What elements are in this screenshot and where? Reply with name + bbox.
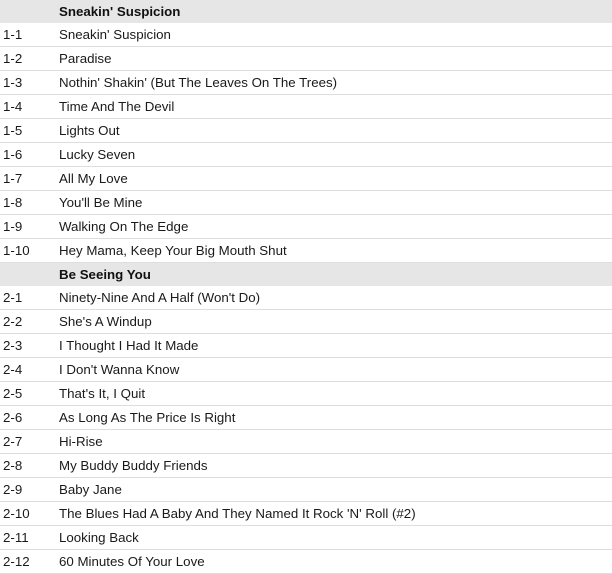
track-row[interactable]: 1-1 Sneakin' Suspicion (0, 23, 612, 47)
track-row[interactable]: 1-5 Lights Out (0, 118, 612, 143)
track-title[interactable]: Lucky Seven (57, 143, 612, 167)
track-title[interactable]: Lights Out (57, 119, 612, 143)
track-title[interactable]: I Don't Wanna Know (57, 358, 612, 382)
track-title[interactable]: 60 Minutes Of Your Love (57, 550, 612, 574)
disc-header-row: Sneakin' Suspicion (0, 0, 612, 23)
disc-header-row: Be Seeing You (0, 262, 612, 286)
track-position: 2-9 (3, 482, 23, 497)
track-title[interactable]: Hi-Rise (57, 430, 612, 454)
track-position: 2-10 (3, 506, 30, 521)
track-row[interactable]: 2-6 As Long As The Price Is Right (0, 405, 612, 430)
track-row[interactable]: 2-11 Looking Back (0, 525, 612, 550)
track-row[interactable]: 2-9 Baby Jane (0, 477, 612, 502)
track-title[interactable]: Time And The Devil (57, 95, 612, 119)
track-row[interactable]: 2-3 I Thought I Had It Made (0, 333, 612, 358)
track-row[interactable]: 2-10 The Blues Had A Baby And They Named … (0, 501, 612, 526)
track-title[interactable]: She's A Windup (57, 310, 612, 334)
disc-header-title: Sneakin' Suspicion (57, 0, 612, 23)
tracklist-body: Sneakin' Suspicion 1-1 Sneakin' Suspicion 1… (0, 0, 612, 574)
track-title[interactable]: Sneakin' Suspicion (57, 23, 612, 47)
track-row[interactable]: 1-7 All My Love (0, 166, 612, 191)
track-position: 1-2 (3, 51, 23, 66)
track-row[interactable]: 1-3 Nothin' Shakin' (But The Leaves On Th… (0, 70, 612, 95)
track-title[interactable]: I Thought I Had It Made (57, 334, 612, 358)
track-row[interactable]: 2-5 That's It, I Quit (0, 381, 612, 406)
track-title[interactable]: That's It, I Quit (57, 382, 612, 406)
track-row[interactable]: 2-7 Hi-Rise (0, 429, 612, 454)
track-title[interactable]: All My Love (57, 167, 612, 191)
track-title[interactable]: Hey Mama, Keep Your Big Mouth Shut (57, 239, 612, 263)
track-title[interactable]: My Buddy Buddy Friends (57, 454, 612, 478)
track-position: 2-1 (3, 290, 23, 305)
track-position: 1-9 (3, 219, 23, 234)
disc-header-position (0, 0, 57, 23)
track-title[interactable]: You'll Be Mine (57, 191, 612, 215)
disc-header-position (0, 262, 57, 286)
track-position: 2-11 (3, 530, 29, 545)
track-row[interactable]: 1-4 Time And The Devil (0, 94, 612, 119)
track-row[interactable]: 1-10 Hey Mama, Keep Your Big Mouth Shut (0, 238, 612, 263)
track-title[interactable]: Ninety-Nine And A Half (Won't Do) (57, 286, 612, 310)
track-row[interactable]: 1-2 Paradise (0, 46, 612, 71)
track-position: 2-6 (3, 410, 23, 425)
track-row[interactable]: 1-6 Lucky Seven (0, 142, 612, 167)
track-position: 1-8 (3, 195, 23, 210)
track-position: 2-2 (3, 314, 23, 329)
track-row[interactable]: 1-9 Walking On The Edge (0, 214, 612, 239)
track-title[interactable]: Walking On The Edge (57, 215, 612, 239)
track-row[interactable]: 2-4 I Don't Wanna Know (0, 357, 612, 382)
track-position: 2-8 (3, 458, 23, 473)
track-title[interactable]: Baby Jane (57, 478, 612, 502)
track-position: 2-5 (3, 386, 23, 401)
track-position: 1-6 (3, 147, 23, 162)
track-position: 2-4 (3, 362, 23, 377)
track-row[interactable]: 2-2 She's A Windup (0, 309, 612, 334)
track-row[interactable]: 1-8 You'll Be Mine (0, 190, 612, 215)
track-title[interactable]: As Long As The Price Is Right (57, 406, 612, 430)
track-title[interactable]: Looking Back (57, 526, 612, 550)
track-title[interactable]: Nothin' Shakin' (But The Leaves On The T… (57, 71, 612, 95)
track-position: 2-7 (3, 434, 23, 449)
track-position: 1-7 (3, 171, 23, 186)
track-row[interactable]: 2-12 60 Minutes Of Your Love (0, 549, 612, 574)
track-position: 1-5 (3, 123, 23, 138)
track-position: 1-10 (3, 243, 30, 258)
track-row[interactable]: 2-8 My Buddy Buddy Friends (0, 453, 612, 478)
track-position: 1-3 (3, 75, 23, 90)
track-row[interactable]: 2-1 Ninety-Nine And A Half (Won't Do) (0, 286, 612, 310)
track-title[interactable]: The Blues Had A Baby And They Named It R… (57, 502, 612, 526)
track-position: 1-1 (3, 27, 23, 42)
track-position: 2-3 (3, 338, 23, 353)
track-title[interactable]: Paradise (57, 47, 612, 71)
disc-header-title: Be Seeing You (57, 262, 612, 286)
track-position: 1-4 (3, 99, 23, 114)
track-position: 2-12 (3, 554, 30, 569)
tracklist-table: Sneakin' Suspicion 1-1 Sneakin' Suspicion 1… (0, 0, 612, 574)
